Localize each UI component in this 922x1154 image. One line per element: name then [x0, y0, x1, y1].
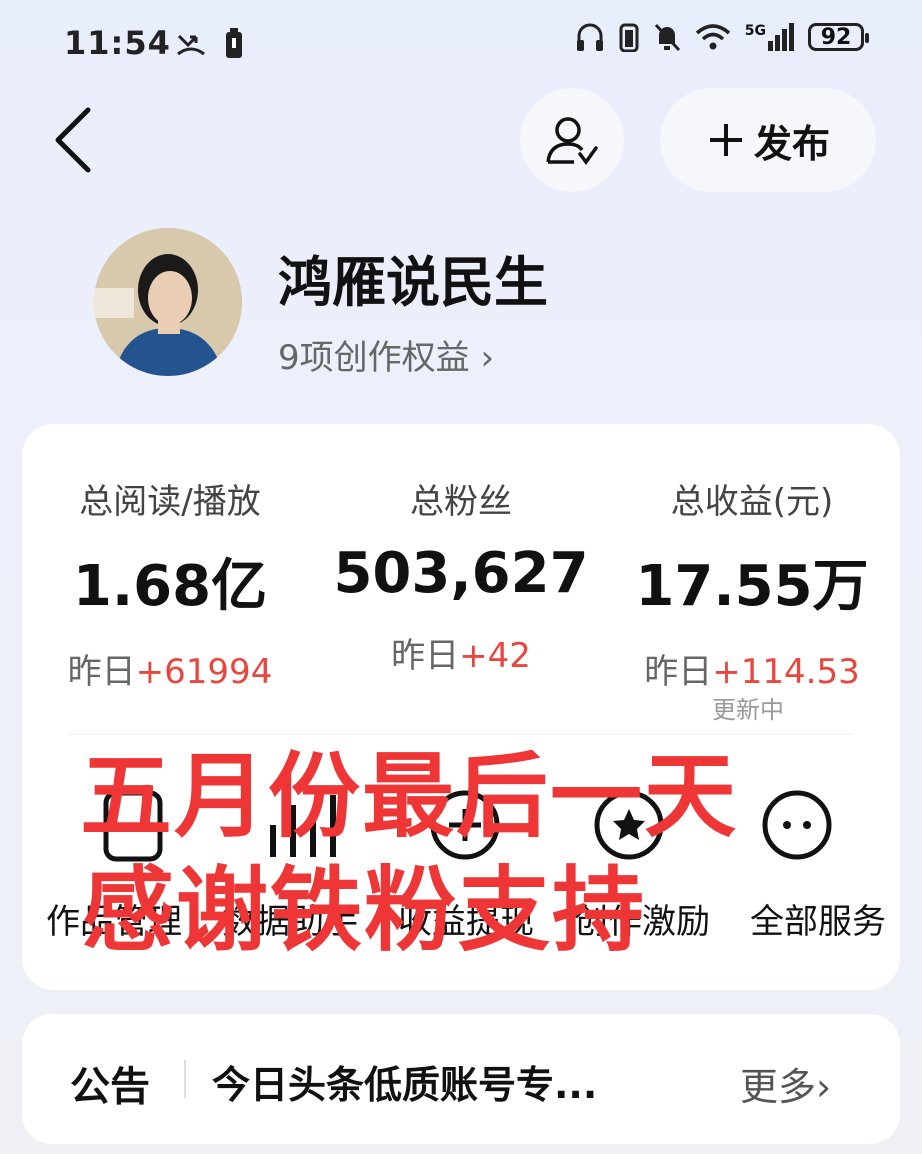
publish-button[interactable]: 发布 [660, 88, 876, 192]
back-icon[interactable] [44, 100, 104, 180]
stat-total-earnings[interactable]: 总收益(元) 17.55万 昨日+114.53 [602, 474, 902, 693]
benefits-label: 9项创作权益 [278, 338, 470, 378]
battery-indicator: 92 [808, 23, 869, 51]
stat-total-fans[interactable]: 总粉丝 503,627 昨日+42 [311, 474, 611, 677]
notice-more-link[interactable]: 更多› [740, 1056, 831, 1111]
account-name: 鸿雁说民生 [278, 251, 548, 314]
stat-label: 总阅读/播放 [79, 482, 261, 522]
status-time: 11:54 [64, 24, 171, 62]
stat-value: 503,627 [333, 541, 589, 606]
plus-icon [709, 124, 742, 156]
stat-value: 1.68亿 [72, 554, 268, 619]
creator-benefits-link[interactable]: 9项创作权益 › [278, 330, 494, 379]
stat-label: 总收益(元) [670, 482, 834, 522]
avatar-image [94, 228, 242, 376]
battery-level: 92 [820, 24, 852, 50]
more-services-icon[interactable] [752, 780, 842, 870]
stat-delta: 昨日+61994 [67, 652, 273, 692]
network-type: 5G [744, 23, 766, 39]
avatar[interactable] [94, 228, 242, 376]
chevron-right-icon: › [480, 338, 495, 378]
status-icons: 5G 92 [575, 22, 869, 52]
follow-manage-button[interactable] [520, 88, 624, 192]
device-battery-icon [619, 23, 639, 52]
sim-battery-icon [226, 28, 242, 58]
notice-text[interactable]: 今日头条低质账号专... [212, 1054, 597, 1109]
signal-icon: 5G [745, 23, 794, 51]
headphones-icon [576, 23, 603, 51]
stat-value: 17.55万 [635, 554, 869, 619]
chevron-right-icon: › [816, 1065, 832, 1109]
wifi-icon [695, 24, 730, 50]
notice-separator [184, 1060, 186, 1098]
stat-label: 总粉丝 [410, 482, 512, 522]
updating-label: 更新中 [712, 696, 784, 724]
overlay-line-2: 感谢铁粉支持 [82, 857, 647, 964]
notice-title: 公告 [70, 1064, 150, 1110]
stat-delta: 昨日+42 [391, 636, 531, 676]
user-check-icon [546, 117, 598, 165]
missed-call-icon [177, 34, 205, 56]
more-label: 更多 [740, 1065, 817, 1109]
publish-label: 发布 [753, 121, 830, 166]
mute-icon [654, 23, 680, 52]
stat-total-reads[interactable]: 总阅读/播放 1.68亿 昨日+61994 [20, 474, 320, 693]
stat-delta: 昨日+114.53 [644, 652, 860, 692]
service-label[interactable]: 全部服务 [750, 894, 886, 943]
